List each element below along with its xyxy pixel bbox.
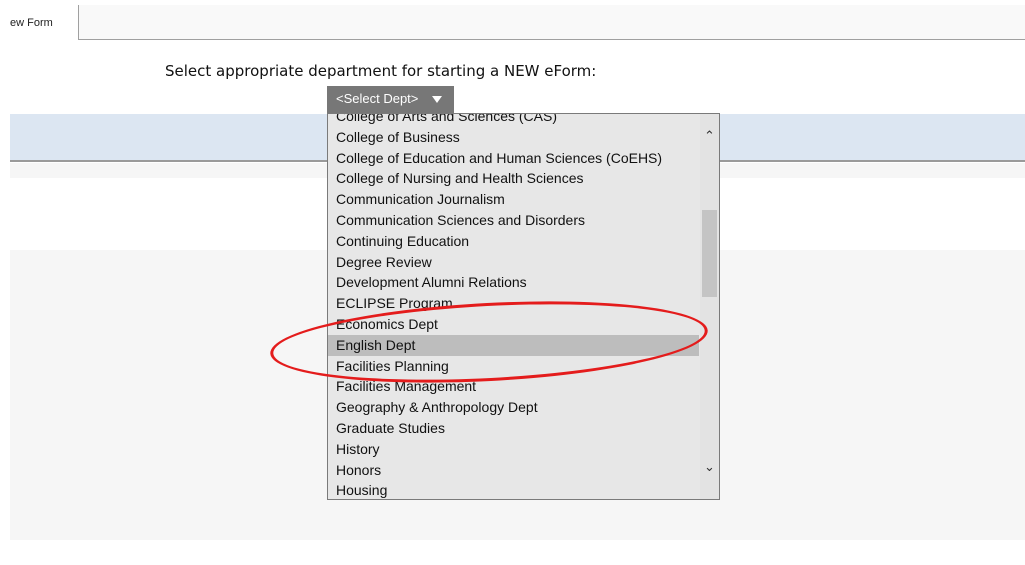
dropdown-option[interactable]: Development Alumni Relations bbox=[328, 272, 699, 293]
scroll-up-icon[interactable]: ⌃ bbox=[700, 128, 719, 150]
scroll-down-icon[interactable]: ⌄ bbox=[700, 459, 719, 481]
page-prompt: Select appropriate department for starti… bbox=[165, 62, 597, 80]
dropdown-option[interactable]: College of Nursing and Health Sciences bbox=[328, 168, 699, 189]
chevron-down-icon bbox=[432, 96, 442, 103]
dropdown-option[interactable]: Honors bbox=[328, 460, 699, 481]
department-select[interactable]: <Select Dept> bbox=[327, 86, 454, 113]
dropdown-option[interactable]: Degree Review bbox=[328, 252, 699, 273]
scrollbar-thumb[interactable] bbox=[702, 210, 717, 297]
dropdown-option[interactable]: Continuing Education bbox=[328, 231, 699, 252]
dropdown-option[interactable]: Communication Journalism bbox=[328, 189, 699, 210]
dropdown-option[interactable]: Facilities Planning bbox=[328, 356, 699, 377]
dropdown-option[interactable]: Housing bbox=[328, 480, 699, 499]
dropdown-option[interactable]: College of Arts and Sciences (CAS) bbox=[328, 114, 699, 127]
dropdown-option[interactable]: ECLIPSE Program bbox=[328, 293, 699, 314]
department-dropdown-list[interactable]: College of Arts and Sciences (CAS) Colleg… bbox=[327, 113, 720, 500]
tab-bar: ew Form bbox=[10, 5, 1025, 40]
dropdown-option[interactable]: Geography & Anthropology Dept bbox=[328, 397, 699, 418]
dropdown-option[interactable]: History bbox=[328, 439, 699, 460]
scrollbar[interactable]: ⌃ ⌄ bbox=[700, 114, 719, 499]
dropdown-option[interactable]: College of Education and Human Sciences … bbox=[328, 148, 699, 169]
dropdown-option[interactable]: Economics Dept bbox=[328, 314, 699, 335]
options-list: College of Arts and Sciences (CAS) Colleg… bbox=[328, 114, 699, 499]
dropdown-option[interactable]: Facilities Management bbox=[328, 376, 699, 397]
dropdown-option[interactable]: Graduate Studies bbox=[328, 418, 699, 439]
tab-new-form[interactable]: ew Form bbox=[10, 5, 79, 40]
dropdown-option[interactable]: College of Business bbox=[328, 127, 699, 148]
dropdown-option[interactable]: English Dept bbox=[328, 334, 699, 356]
department-select-label: <Select Dept> bbox=[336, 91, 419, 106]
dropdown-option[interactable]: Communication Sciences and Disorders bbox=[328, 210, 699, 231]
